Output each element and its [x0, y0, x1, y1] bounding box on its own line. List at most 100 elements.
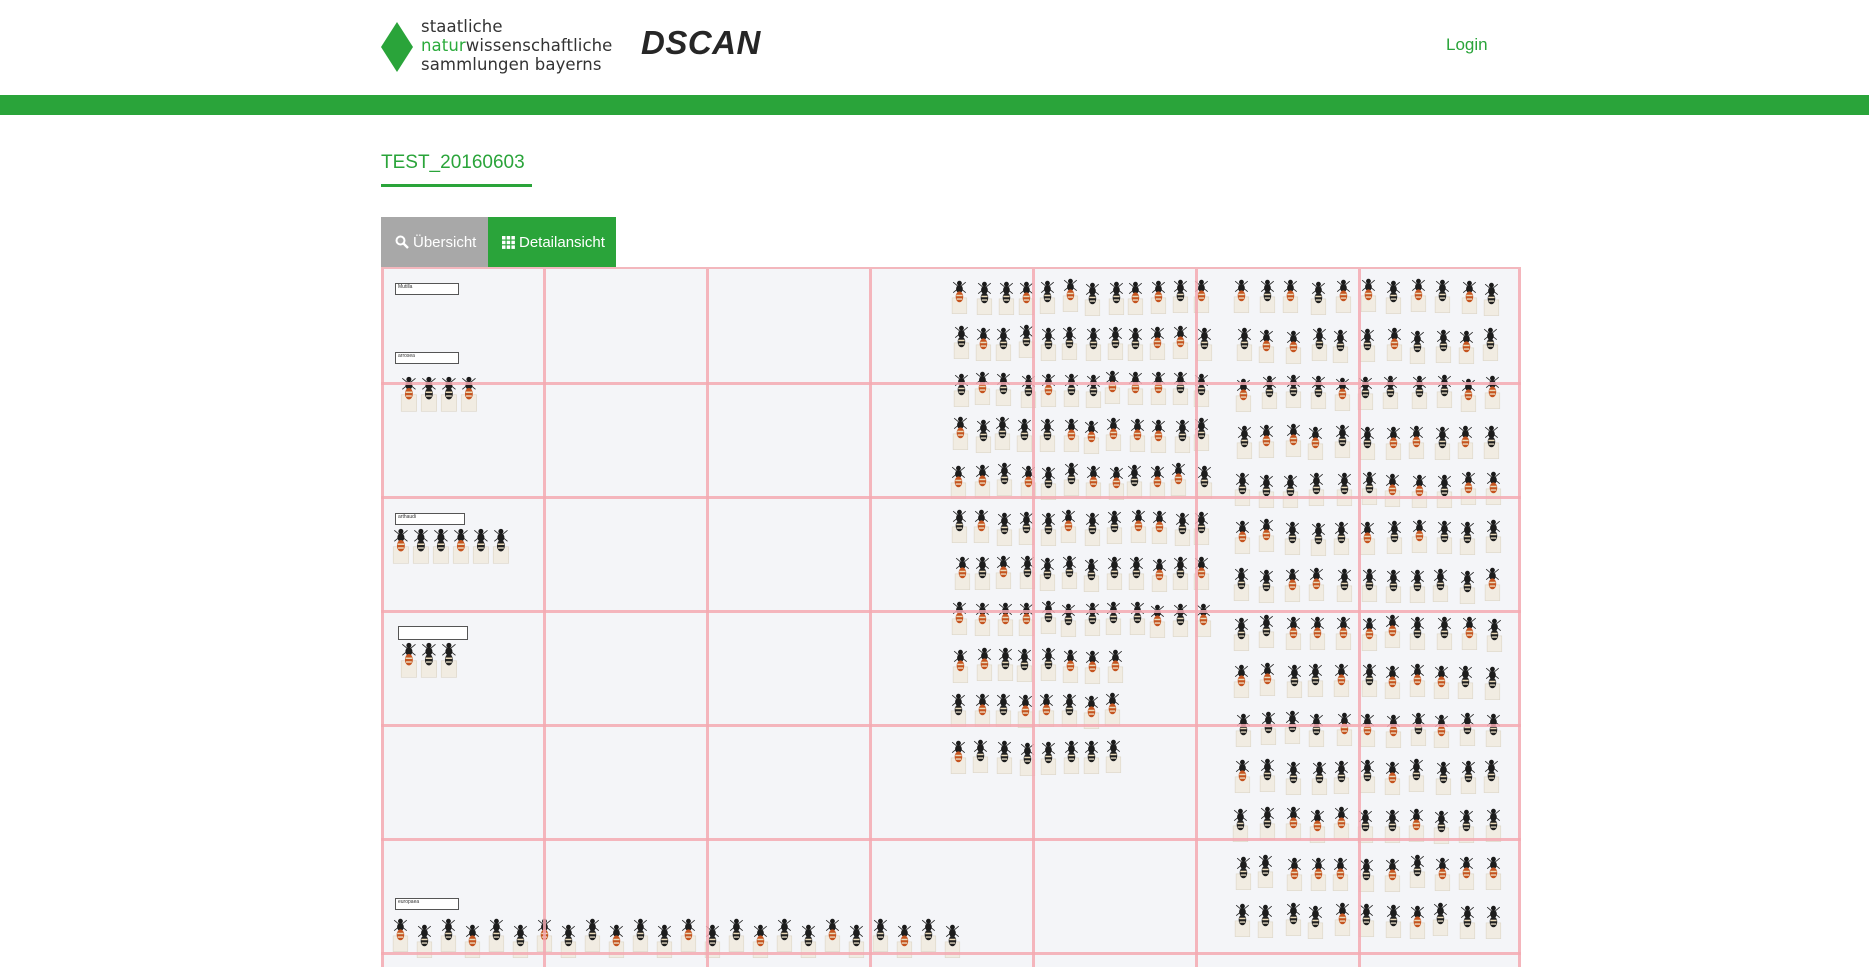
insect-specimen	[1040, 741, 1056, 776]
insect-specimen	[1106, 557, 1122, 591]
insect-specimen	[996, 373, 1012, 407]
insect-specimen	[1457, 426, 1474, 460]
insect-specimen	[1149, 465, 1166, 499]
insect-specimen	[1333, 857, 1349, 891]
insect-specimen	[1410, 616, 1426, 650]
tray-label: europaea	[395, 898, 459, 910]
insect-specimen	[1485, 376, 1501, 410]
insect-specimen	[1063, 740, 1079, 774]
insect-specimen	[1085, 465, 1101, 499]
insect-specimen	[1285, 423, 1301, 457]
insect-specimen	[1459, 521, 1475, 555]
insect-specimen	[1039, 419, 1055, 453]
site-header: staatliche naturwissenschaftliche sammlu…	[0, 0, 1869, 95]
insect-specimen	[1083, 740, 1099, 774]
insect-specimen	[1039, 693, 1055, 728]
insect-specimen	[1386, 521, 1402, 555]
insect-specimen	[1236, 327, 1252, 361]
insect-specimen	[1311, 761, 1327, 795]
insect-specimen	[974, 602, 990, 636]
insect-specimen	[1151, 558, 1167, 592]
insect-specimen	[1286, 903, 1302, 937]
tray-label: arrosea	[395, 352, 459, 364]
insect-specimen	[1333, 806, 1349, 840]
insect-specimen	[1436, 329, 1452, 363]
insect-specimen	[1258, 904, 1274, 938]
insect-specimen	[1234, 520, 1250, 554]
insect-specimen	[1286, 617, 1302, 651]
insect-specimen	[954, 556, 970, 590]
specimen-tray-image[interactable]: Mutilla arrosea arthaudi europaea	[381, 269, 1521, 967]
insect-specimen	[1128, 556, 1144, 590]
insect-specimen	[1435, 762, 1452, 796]
insect-specimen	[1385, 569, 1401, 604]
insect-specimen	[1041, 374, 1057, 408]
insect-specimen	[1334, 424, 1351, 458]
insect-specimen	[976, 647, 992, 681]
grid-line-horizontal	[381, 952, 1521, 955]
insect-specimen	[440, 918, 457, 952]
insect-specimen	[1433, 665, 1449, 699]
insect-specimen	[1485, 856, 1501, 890]
header-accent-bar	[0, 95, 1869, 115]
insect-specimen	[1234, 279, 1250, 313]
insect-specimen	[1483, 327, 1499, 361]
login-link[interactable]: Login	[1446, 35, 1488, 55]
tray-label: arthaudi	[395, 513, 465, 525]
insect-specimen	[1063, 373, 1079, 407]
insect-specimen	[1436, 616, 1452, 650]
insect-specimen	[1311, 376, 1327, 410]
insect-specimen	[1151, 510, 1167, 544]
diamond-logo-icon	[381, 22, 413, 72]
app-brand: DSCAN	[641, 24, 761, 61]
insect-specimen	[976, 327, 992, 361]
insect-specimen	[1259, 663, 1275, 697]
insect-specimen	[1173, 326, 1189, 360]
insect-specimen	[1151, 419, 1167, 453]
insect-specimen	[1411, 520, 1427, 554]
insect-specimen	[1173, 603, 1189, 637]
insect-specimen	[1284, 522, 1301, 556]
tray-label: Mutilla	[395, 283, 459, 295]
insect-specimen	[996, 512, 1013, 546]
insect-specimen	[1411, 712, 1427, 746]
insect-specimen	[1334, 903, 1350, 937]
insect-specimen	[1336, 568, 1352, 603]
insect-specimen	[1084, 603, 1100, 637]
insect-specimen	[1483, 759, 1500, 793]
insect-specimen	[1436, 521, 1452, 555]
insect-specimen	[1433, 714, 1449, 748]
insect-specimen	[1434, 426, 1450, 460]
insect-specimen	[1309, 713, 1325, 747]
insect-specimen	[1361, 568, 1377, 603]
insect-specimen	[1458, 856, 1474, 890]
insect-specimen	[951, 740, 967, 774]
insect-specimen	[1233, 568, 1249, 602]
insect-specimen	[1386, 328, 1402, 362]
insect-specimen	[1261, 376, 1277, 410]
insect-specimen	[1151, 371, 1167, 405]
insect-specimen	[1150, 604, 1166, 638]
insect-specimen	[1307, 663, 1324, 697]
insect-specimen	[998, 281, 1014, 315]
insect-specimen	[1309, 568, 1325, 602]
logo-line-2-rest: wissenschaftliche	[465, 36, 613, 55]
insect-specimen	[1108, 281, 1124, 316]
insect-specimen	[1084, 650, 1100, 684]
grid-line-horizontal	[381, 838, 1521, 841]
tab-detailansicht[interactable]: Detailansicht	[488, 217, 616, 267]
tab-uebersicht[interactable]: Übersicht	[381, 217, 488, 267]
insect-specimen	[1107, 327, 1123, 361]
insect-specimen	[1336, 279, 1352, 314]
insect-specimen	[1064, 419, 1080, 453]
insect-specimen	[1084, 282, 1101, 316]
insect-specimen	[1061, 509, 1077, 544]
snsb-logo[interactable]: staatliche naturwissenschaftliche sammlu…	[381, 17, 613, 78]
specimen-tray-viewer[interactable]: Mutilla arrosea arthaudi europaea	[381, 267, 1521, 967]
insect-specimen	[1310, 616, 1326, 651]
insect-specimen	[974, 556, 990, 591]
insect-specimen	[1486, 618, 1502, 652]
grid-line-vertical	[381, 269, 384, 967]
logo-line-3: sammlungen bayerns	[421, 55, 602, 74]
grid-line-horizontal	[381, 382, 1521, 385]
